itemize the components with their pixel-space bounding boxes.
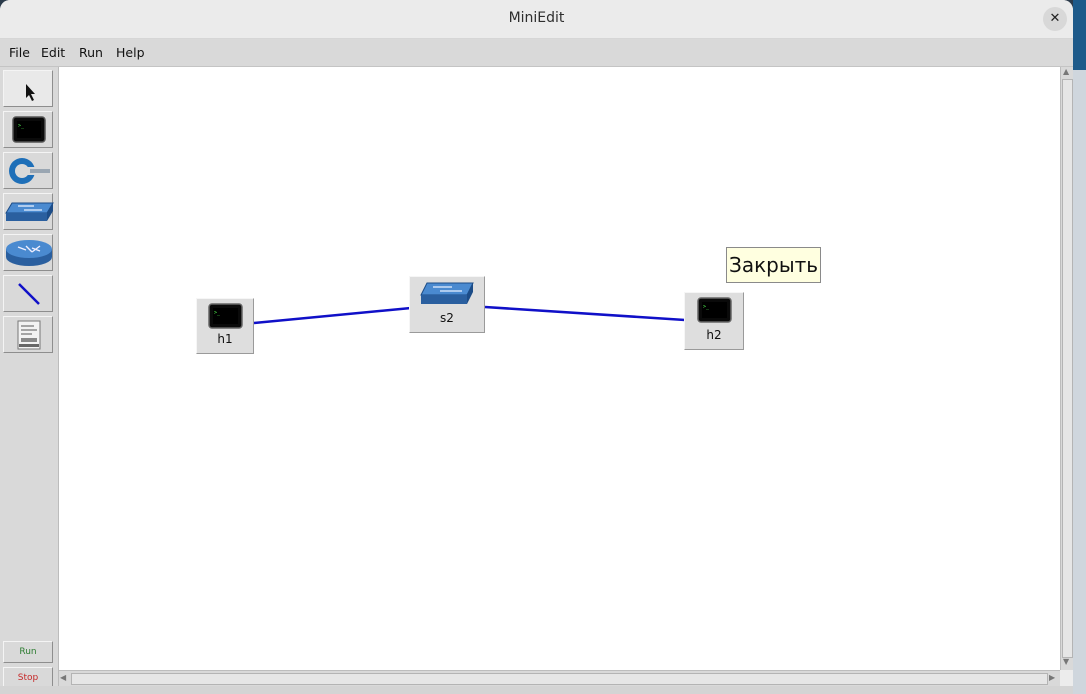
vertical-scrollbar[interactable]: ▲ ▼ <box>1060 67 1073 670</box>
router-icon <box>6 240 52 266</box>
netlink-icon <box>17 320 41 350</box>
scroll-left-icon[interactable]: ◀ <box>60 673 66 682</box>
host-icon: >_ <box>208 303 243 329</box>
run-button-label: Run <box>19 647 37 657</box>
node-label: s2 <box>440 311 454 325</box>
link-s2-h2[interactable] <box>484 305 686 322</box>
scroll-down-icon[interactable]: ▼ <box>1063 657 1069 666</box>
host-icon: >_ <box>697 297 732 323</box>
horizontal-scroll-thumb[interactable] <box>71 673 1048 685</box>
switch-icon <box>420 282 474 304</box>
menu-bar: File Edit Run Help <box>0 39 1073 67</box>
svg-text:>_: >_ <box>214 310 221 316</box>
close-button[interactable]: ✕ <box>1043 7 1067 31</box>
link-h1-s2[interactable] <box>253 306 412 325</box>
router-tool-button[interactable] <box>3 234 53 271</box>
horizontal-scrollbar[interactable]: ◀ ▶ <box>59 670 1060 686</box>
window-bottom-edge <box>0 686 1073 694</box>
controller-tool-button[interactable] <box>3 152 53 189</box>
select-tool-button[interactable] <box>3 70 53 107</box>
link-tool-button[interactable] <box>3 275 53 312</box>
host-tool-button[interactable]: >_ <box>3 111 53 148</box>
links-layer <box>253 305 686 325</box>
menu-file[interactable]: File <box>9 45 30 60</box>
switch-icon <box>5 202 54 221</box>
close-tooltip: Закрыть <box>726 247 822 283</box>
node-label: h2 <box>706 328 722 342</box>
host-node-h1[interactable]: >_ h1 <box>196 298 254 354</box>
window-title: MiniEdit <box>508 10 565 26</box>
host-icon: >_ <box>12 116 46 143</box>
topology-canvas[interactable]: >_ h1 s2 >_ h2 Закрыть <box>59 67 1060 670</box>
node-label: h1 <box>217 332 233 346</box>
select-icon <box>26 84 35 101</box>
tool-palette: >_ Run Stop <box>0 67 59 694</box>
scroll-up-icon[interactable]: ▲ <box>1063 67 1069 76</box>
switch-node-s2[interactable]: s2 <box>409 276 485 333</box>
run-button[interactable]: Run <box>3 641 53 663</box>
menu-edit[interactable]: Edit <box>41 45 65 60</box>
title-bar: MiniEdit ✕ <box>0 0 1073 39</box>
controller-icon <box>9 158 51 184</box>
miniedit-window: MiniEdit ✕ File Edit Run Help >_ Run Sto… <box>0 0 1073 694</box>
switch-tool-button[interactable] <box>3 193 54 230</box>
desktop-background <box>1073 0 1086 694</box>
svg-text:>_: >_ <box>703 304 710 310</box>
menu-run[interactable]: Run <box>79 45 103 60</box>
vertical-scroll-thumb[interactable] <box>1062 79 1073 658</box>
scroll-right-icon[interactable]: ▶ <box>1049 673 1055 682</box>
menu-help[interactable]: Help <box>116 45 145 60</box>
netlink-tool-button[interactable] <box>3 316 53 353</box>
stop-button-label: Stop <box>17 673 39 683</box>
link-icon <box>18 283 40 305</box>
host-node-h2[interactable]: >_ h2 <box>684 292 744 350</box>
svg-text:>_: >_ <box>18 123 25 129</box>
